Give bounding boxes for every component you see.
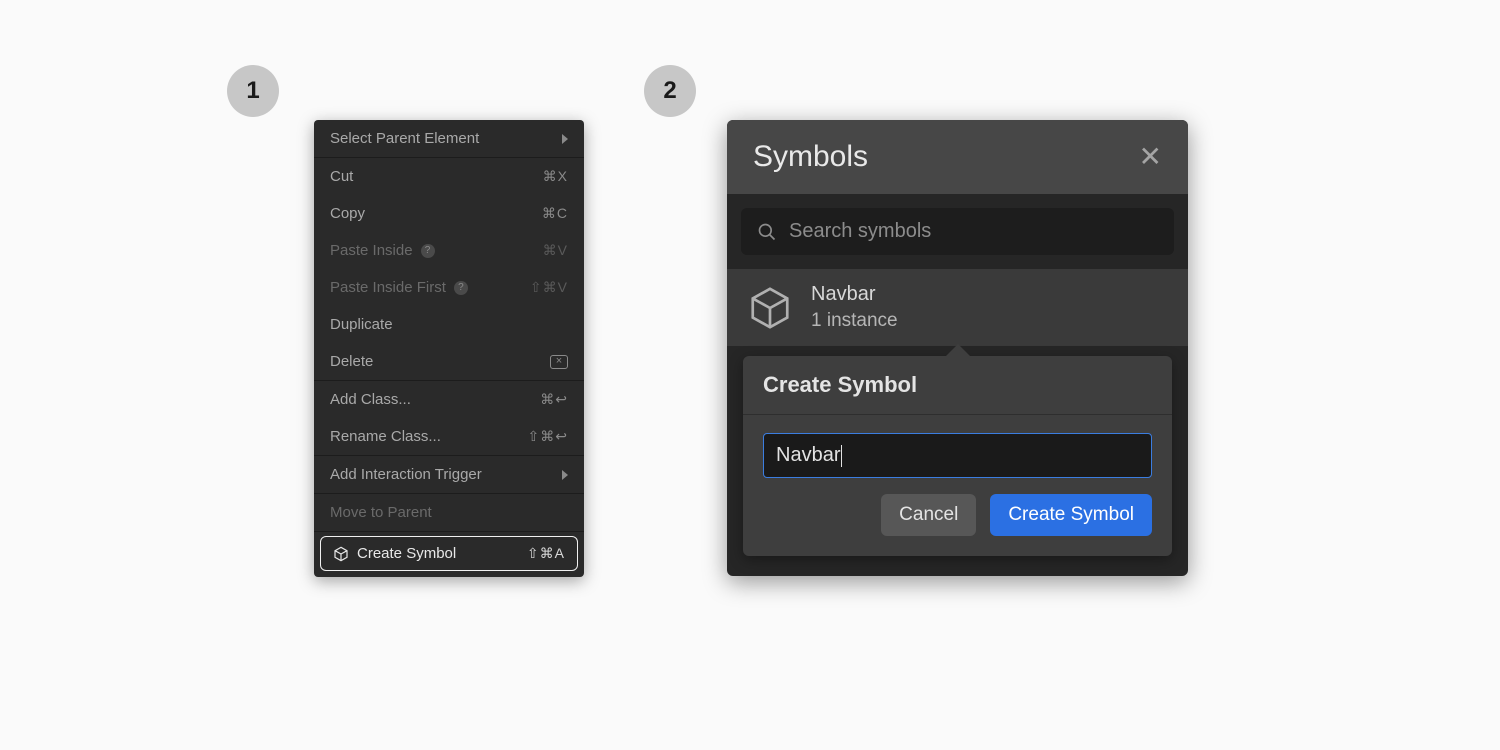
symbol-name: Navbar	[811, 283, 898, 306]
menu-shortcut: ⇧⌘V	[530, 279, 568, 296]
menu-item-delete[interactable]: Delete	[314, 343, 584, 380]
menu-shortcut: ⇧⌘A	[527, 545, 565, 562]
menu-item-add-interaction[interactable]: Add Interaction Trigger	[314, 456, 584, 493]
menu-shortcut: ⌘C	[542, 205, 568, 222]
cube-icon	[747, 285, 793, 331]
symbol-row[interactable]: Navbar 1 instance	[727, 269, 1188, 346]
chevron-right-icon	[562, 470, 568, 480]
create-symbol-popover: Create Symbol Navbar Cancel Create Symbo…	[743, 356, 1172, 556]
menu-shortcut: ⇧⌘↩	[528, 428, 568, 445]
symbols-panel: Symbols ✕ Search symbols Navbar 1 instan…	[727, 120, 1188, 576]
cancel-button[interactable]: Cancel	[881, 494, 976, 536]
menu-item-create-symbol[interactable]: Create Symbol ⇧⌘A	[320, 536, 578, 571]
menu-label: Paste Inside	[330, 242, 413, 259]
symbol-instance-count: 1 instance	[811, 310, 898, 332]
symbol-name-input[interactable]: Navbar	[763, 433, 1152, 478]
menu-item-add-class[interactable]: Add Class... ⌘↩	[314, 381, 584, 418]
menu-item-select-parent[interactable]: Select Parent Element	[314, 120, 584, 157]
step-badge-2: 2	[644, 65, 696, 117]
text-caret	[841, 445, 842, 467]
menu-label: Add Class...	[330, 391, 411, 408]
menu-shortcut: ⌘X	[543, 168, 568, 185]
menu-item-paste-inside[interactable]: Paste Inside ? ⌘V	[314, 232, 584, 269]
menu-item-cut[interactable]: Cut ⌘X	[314, 158, 584, 195]
step-badge-1: 1	[227, 65, 279, 117]
menu-item-paste-inside-first[interactable]: Paste Inside First ? ⇧⌘V	[314, 269, 584, 306]
search-placeholder: Search symbols	[789, 220, 931, 243]
menu-item-move-to-parent[interactable]: Move to Parent	[314, 494, 584, 531]
panel-header: Symbols ✕	[727, 120, 1188, 194]
delete-icon	[550, 355, 568, 369]
menu-label: Create Symbol	[357, 545, 456, 562]
input-value: Navbar	[776, 444, 840, 467]
menu-separator	[314, 531, 584, 532]
popover-title: Create Symbol	[763, 372, 1152, 398]
context-menu: Select Parent Element Cut ⌘X Copy ⌘C Pas…	[314, 120, 584, 577]
menu-label: Delete	[330, 353, 373, 370]
close-icon[interactable]: ✕	[1139, 143, 1162, 171]
menu-item-copy[interactable]: Copy ⌘C	[314, 195, 584, 232]
menu-shortcut: ⌘↩	[540, 391, 568, 408]
menu-item-rename-class[interactable]: Rename Class... ⇧⌘↩	[314, 418, 584, 455]
menu-label: Copy	[330, 205, 365, 222]
menu-label: Add Interaction Trigger	[330, 466, 482, 483]
popover-caret	[946, 344, 970, 356]
menu-label: Select Parent Element	[330, 130, 479, 147]
search-input[interactable]: Search symbols	[741, 208, 1174, 255]
menu-item-duplicate[interactable]: Duplicate	[314, 306, 584, 343]
panel-title: Symbols	[753, 140, 868, 174]
cube-icon	[333, 546, 349, 562]
search-icon	[757, 222, 777, 242]
menu-label: Rename Class...	[330, 428, 441, 445]
create-symbol-button[interactable]: Create Symbol	[990, 494, 1152, 536]
help-icon: ?	[421, 244, 435, 258]
menu-label: Paste Inside First	[330, 279, 446, 296]
menu-label: Cut	[330, 168, 353, 185]
menu-label: Move to Parent	[330, 504, 432, 521]
chevron-right-icon	[562, 134, 568, 144]
help-icon: ?	[454, 281, 468, 295]
menu-label: Duplicate	[330, 316, 393, 333]
menu-shortcut: ⌘V	[543, 242, 568, 259]
